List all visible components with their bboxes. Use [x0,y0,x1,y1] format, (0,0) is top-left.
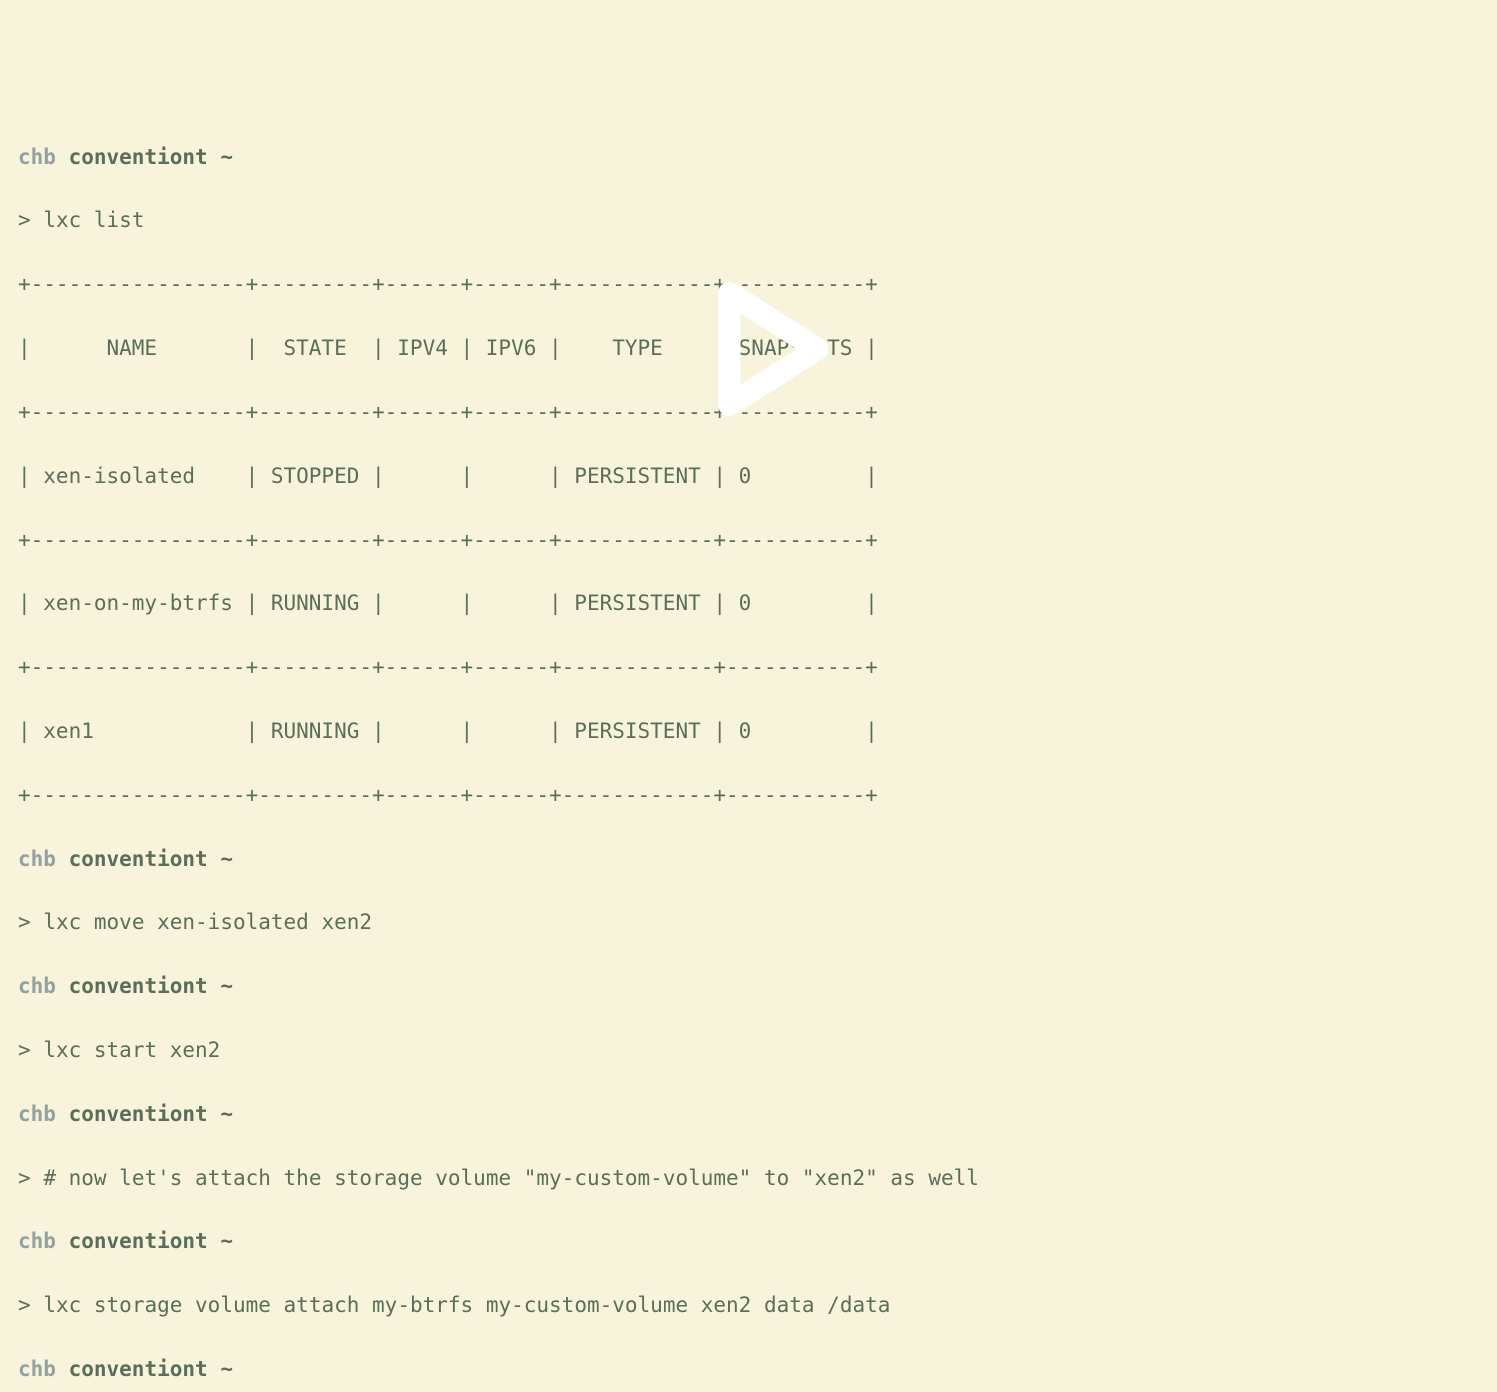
command-line: > lxc list [18,205,1479,237]
command-text: # now let's attach the storage volume "m… [43,1166,979,1190]
prompt-line: chb conventiont ~ [18,142,1479,174]
prompt-path: ~ [220,1229,233,1253]
prompt-line: chb conventiont ~ [18,844,1479,876]
prompt-symbol: > [18,1166,31,1190]
table-row: | xen-isolated | STOPPED | | | PERSISTEN… [18,461,1479,493]
prompt-user: chb [18,1229,56,1253]
prompt-path: ~ [220,1357,233,1381]
prompt-user: chb [18,145,56,169]
prompt-user: chb [18,847,56,871]
prompt-user: chb [18,1102,56,1126]
command-line: > # now let's attach the storage volume … [18,1163,1479,1195]
command-line: > lxc storage volume attach my-btrfs my-… [18,1290,1479,1322]
prompt-path: ~ [220,145,233,169]
prompt-symbol: > [18,1293,31,1317]
prompt-host: conventiont [69,1229,208,1253]
prompt-line: chb conventiont ~ [18,1354,1479,1386]
prompt-symbol: > [18,208,31,232]
prompt-path: ~ [220,974,233,998]
table-border: +-----------------+---------+------+----… [18,525,1479,557]
prompt-host: conventiont [69,847,208,871]
prompt-host: conventiont [69,1102,208,1126]
play-button[interactable] [656,237,841,439]
command-line: > lxc start xen2 [18,1035,1479,1067]
command-text: lxc start xen2 [43,1038,220,1062]
prompt-user: chb [18,974,56,998]
command-text: lxc list [43,208,144,232]
command-text: lxc move xen-isolated xen2 [43,910,372,934]
command-line: > lxc move xen-isolated xen2 [18,907,1479,939]
command-text: lxc storage volume attach my-btrfs my-cu… [43,1293,890,1317]
prompt-line: chb conventiont ~ [18,1099,1479,1131]
prompt-symbol: > [18,1038,31,1062]
prompt-host: conventiont [69,974,208,998]
prompt-path: ~ [220,1102,233,1126]
play-icon [681,269,841,429]
prompt-path: ~ [220,847,233,871]
table-row: | xen-on-my-btrfs | RUNNING | | | PERSIS… [18,588,1479,620]
prompt-symbol: > [18,910,31,934]
prompt-line: chb conventiont ~ [18,971,1479,1003]
table-row: | xen1 | RUNNING | | | PERSISTENT | 0 | [18,716,1479,748]
prompt-line: chb conventiont ~ [18,1226,1479,1258]
prompt-user: chb [18,1357,56,1381]
table-border: +-----------------+---------+------+----… [18,780,1479,812]
prompt-host: conventiont [69,145,208,169]
table-border: +-----------------+---------+------+----… [18,652,1479,684]
prompt-host: conventiont [69,1357,208,1381]
